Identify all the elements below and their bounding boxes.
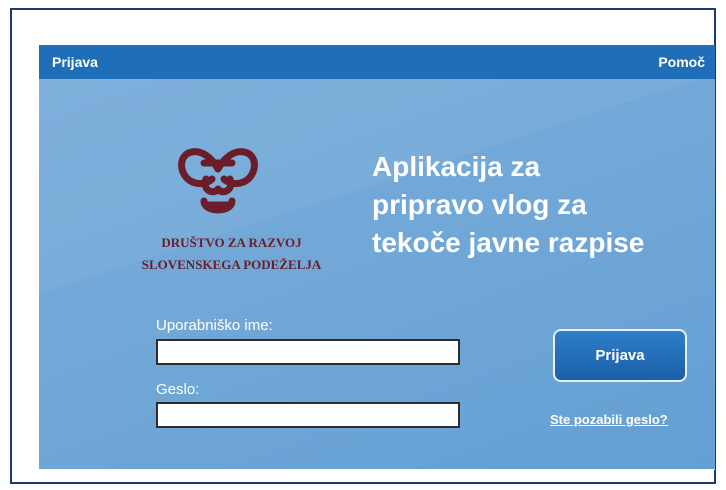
username-input[interactable] <box>156 339 460 365</box>
top-bar: Prijava Pomoč <box>39 45 715 79</box>
help-link[interactable]: Pomoč <box>658 54 705 70</box>
login-button[interactable]: Prijava <box>553 329 687 382</box>
title-line3: tekoče javne razpise <box>372 227 645 258</box>
org-name-line1: DRUŠTVO ZA RAZVOJ <box>161 235 302 250</box>
organization-name: DRUŠTVO ZA RAZVOJ SLOVENSKEGA PODEŽELJA <box>139 232 324 276</box>
window-frame: Prijava Pomoč DRUŠTVO ZA RAZVOJ SLOVENSK… <box>10 8 716 484</box>
org-name-line2: SLOVENSKEGA PODEŽELJA <box>141 257 322 272</box>
password-label: Geslo: <box>156 381 200 398</box>
password-input[interactable] <box>156 402 460 428</box>
hero-section: DRUŠTVO ZA RAZVOJ SLOVENSKEGA PODEŽELJA … <box>39 79 715 469</box>
knot-heart-logo-icon <box>178 148 258 214</box>
page-title: Aplikacija za pripravo vlog za tekoče ja… <box>372 148 712 262</box>
forgot-password-link[interactable]: Ste pozabili geslo? <box>550 412 668 427</box>
title-line1: Aplikacija za <box>372 151 541 182</box>
login-link[interactable]: Prijava <box>52 54 98 70</box>
login-panel: Prijava Pomoč DRUŠTVO ZA RAZVOJ SLOVENSK… <box>39 45 715 470</box>
username-label: Uporabniško ime: <box>156 317 273 334</box>
title-line2: pripravo vlog za <box>372 189 587 220</box>
